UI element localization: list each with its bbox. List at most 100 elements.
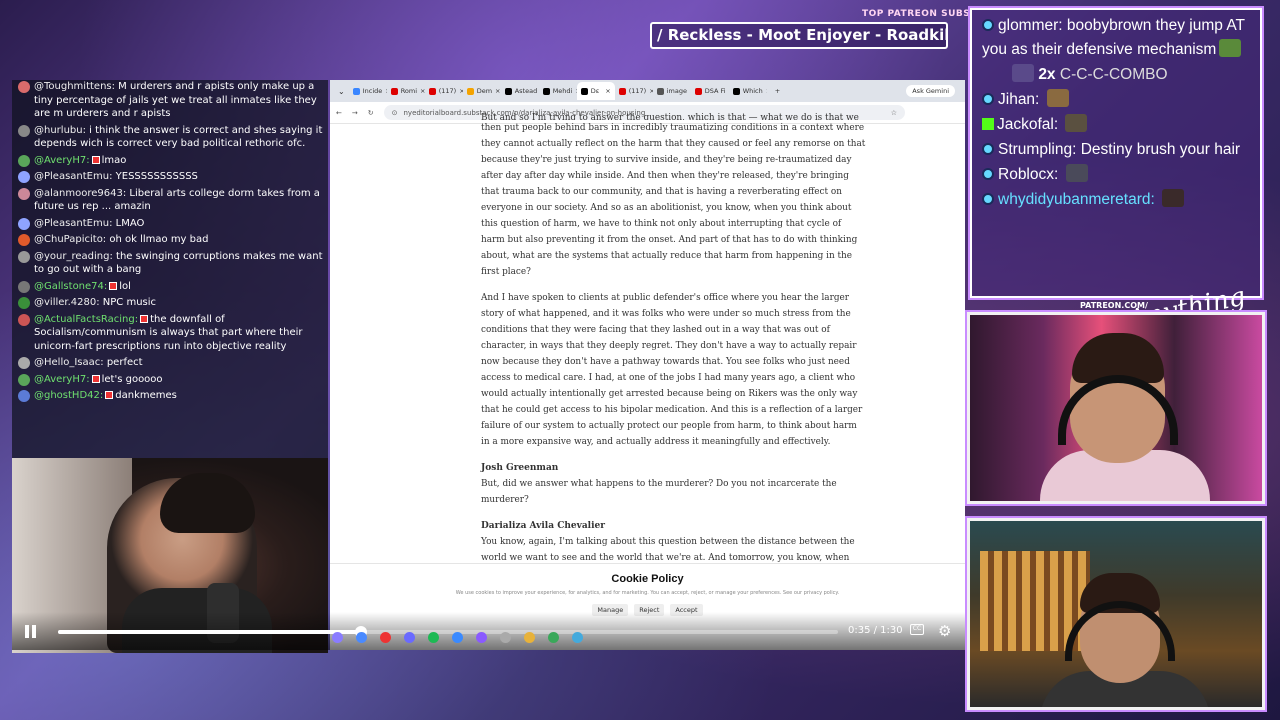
favicon-icon <box>390 87 398 95</box>
browser-tab[interactable]: Dε × <box>576 82 615 100</box>
favicon-icon <box>466 87 474 95</box>
seek-progress <box>58 630 362 634</box>
article-body: But and so I'm trying to answer the ques… <box>481 113 866 592</box>
chevron-down-icon[interactable]: ⌄ <box>338 87 345 96</box>
browser-tab[interactable]: Dem × <box>463 82 501 100</box>
close-icon[interactable]: × <box>766 87 767 95</box>
favicon-icon <box>428 87 436 95</box>
guest-webcam-top <box>965 310 1267 506</box>
kick-icon <box>982 118 994 130</box>
ask-gemini-button[interactable]: Ask Gemini <box>906 85 955 97</box>
combo-text: C-C-C-COMBO <box>1059 66 1168 83</box>
app-icon[interactable] <box>452 632 463 643</box>
favicon-icon <box>352 87 360 95</box>
browser-tab[interactable]: Romi × <box>387 82 425 100</box>
chat-bubble-icon <box>982 19 994 31</box>
browser-tab[interactable]: Astead× <box>501 82 539 100</box>
emote-icon <box>1012 64 1034 82</box>
chat-username[interactable]: @AveryH7: <box>34 155 90 166</box>
avatar <box>18 234 30 246</box>
emote-icon <box>1046 89 1069 107</box>
chat-username[interactable]: @PleasantEmu: <box>34 218 112 229</box>
cookie-description: We use cookies to improve your experienc… <box>455 590 840 596</box>
avatar <box>18 154 30 167</box>
chat-text: perfect <box>106 357 143 368</box>
reload-icon[interactable]: ↻ <box>368 109 374 117</box>
guest-webcam-bottom <box>965 516 1267 712</box>
member-badge-icon <box>105 391 114 399</box>
chat-text: let's gooooo <box>101 373 163 385</box>
site-info-icon[interactable]: ⊙ <box>392 109 398 117</box>
chat-message: @AveryH7: let's gooooo <box>16 373 324 387</box>
close-icon[interactable]: × <box>605 87 610 95</box>
chat-username[interactable]: @AveryH7: <box>34 374 90 385</box>
chat-username[interactable]: @ghostHD42: <box>34 390 103 401</box>
app-icon[interactable] <box>404 632 415 643</box>
app-icon[interactable] <box>356 632 367 643</box>
back-icon[interactable]: ← <box>336 109 342 117</box>
chat-text: NPC music <box>102 297 157 308</box>
browser-tab[interactable]: DSA Fi× <box>691 82 729 100</box>
chrome-icon[interactable] <box>524 632 535 643</box>
browser-tab[interactable]: (117) × <box>615 82 653 100</box>
favicon-icon <box>542 87 550 95</box>
app-icon[interactable] <box>572 632 583 643</box>
emote-icon <box>1065 114 1088 132</box>
favicon-icon <box>504 87 512 95</box>
overlay-chat-username: glommer: <box>998 17 1063 34</box>
captions-button[interactable]: CC <box>910 624 924 635</box>
chat-username[interactable]: @Toughmittens: <box>34 81 115 92</box>
combo-count: 2x <box>1038 66 1056 83</box>
chat-username[interactable]: @PleasantEmu: <box>34 171 112 182</box>
playback-time: 0:35 / 1:30 <box>848 625 903 636</box>
overlay-chat-username: whydidyubanmeretard: <box>998 191 1155 208</box>
chat-username[interactable]: @viller.4280: <box>34 297 100 308</box>
chat-username[interactable]: @ActualFactsRacing: <box>34 314 138 325</box>
browser-tab[interactable]: Incide× <box>349 82 387 100</box>
browser-tab[interactable]: Which× <box>729 82 767 100</box>
browser-tab[interactable]: image× <box>653 82 691 100</box>
chat-username[interactable]: @Hello_Isaac: <box>34 357 104 368</box>
chat-username[interactable]: @ChuPapicito: <box>34 234 106 245</box>
chat-message: @Toughmittens: M urderers and r apists o… <box>16 80 324 121</box>
browser-tab[interactable]: (117) × <box>425 82 463 100</box>
chat-username[interactable]: @alanmoore9643: <box>34 188 126 199</box>
chat-username[interactable]: @Gallstone74: <box>34 281 107 292</box>
member-badge-icon <box>140 314 149 323</box>
gear-icon[interactable]: ⚙ <box>938 622 951 640</box>
avatar <box>18 373 30 386</box>
browser-tab[interactable]: Mehdi× <box>539 82 577 100</box>
avatar <box>18 171 30 183</box>
close-icon[interactable]: × <box>495 87 500 95</box>
forward-icon[interactable]: → <box>352 109 358 117</box>
tab-label: Which <box>742 87 763 95</box>
app-icon[interactable] <box>380 632 391 643</box>
tab-label: (117) <box>628 87 647 95</box>
pause-button[interactable] <box>25 625 37 638</box>
avatar <box>18 280 30 293</box>
overlay-chat-message: whydidyubanmeretard: <box>982 188 1250 212</box>
spotify-icon[interactable] <box>428 632 439 643</box>
bookmark-star-icon[interactable]: ☆ <box>891 109 897 117</box>
new-tab-icon[interactable]: + <box>775 87 780 95</box>
chat-username[interactable]: @your_reading: <box>34 251 113 262</box>
chat-text: LMAO <box>115 217 145 229</box>
overlay-chat-message: 2x C-C-C-COMBO <box>982 63 1250 87</box>
speaker-name: Josh Greenman <box>481 463 559 473</box>
chat-username[interactable]: @hurlubu: <box>34 125 86 136</box>
app-icon[interactable] <box>548 632 559 643</box>
overlay-chat-username: Jihan: <box>998 91 1040 108</box>
member-badge-icon <box>109 281 118 290</box>
avatar <box>18 81 30 93</box>
favicon-icon <box>618 87 626 95</box>
app-icon[interactable] <box>500 632 511 643</box>
app-icon[interactable] <box>332 632 343 643</box>
avatar <box>18 313 30 326</box>
overlay-chat-message: Jihan: <box>982 88 1250 112</box>
chat-message: @Hello_Isaac: perfect <box>16 356 324 370</box>
app-icon[interactable] <box>476 632 487 643</box>
overlay-chat-text: Destiny brush your hair <box>1080 141 1241 158</box>
favicon-icon <box>580 87 588 95</box>
member-badge-icon <box>91 155 100 164</box>
chat-message: @Gallstone74: lol <box>16 280 324 294</box>
